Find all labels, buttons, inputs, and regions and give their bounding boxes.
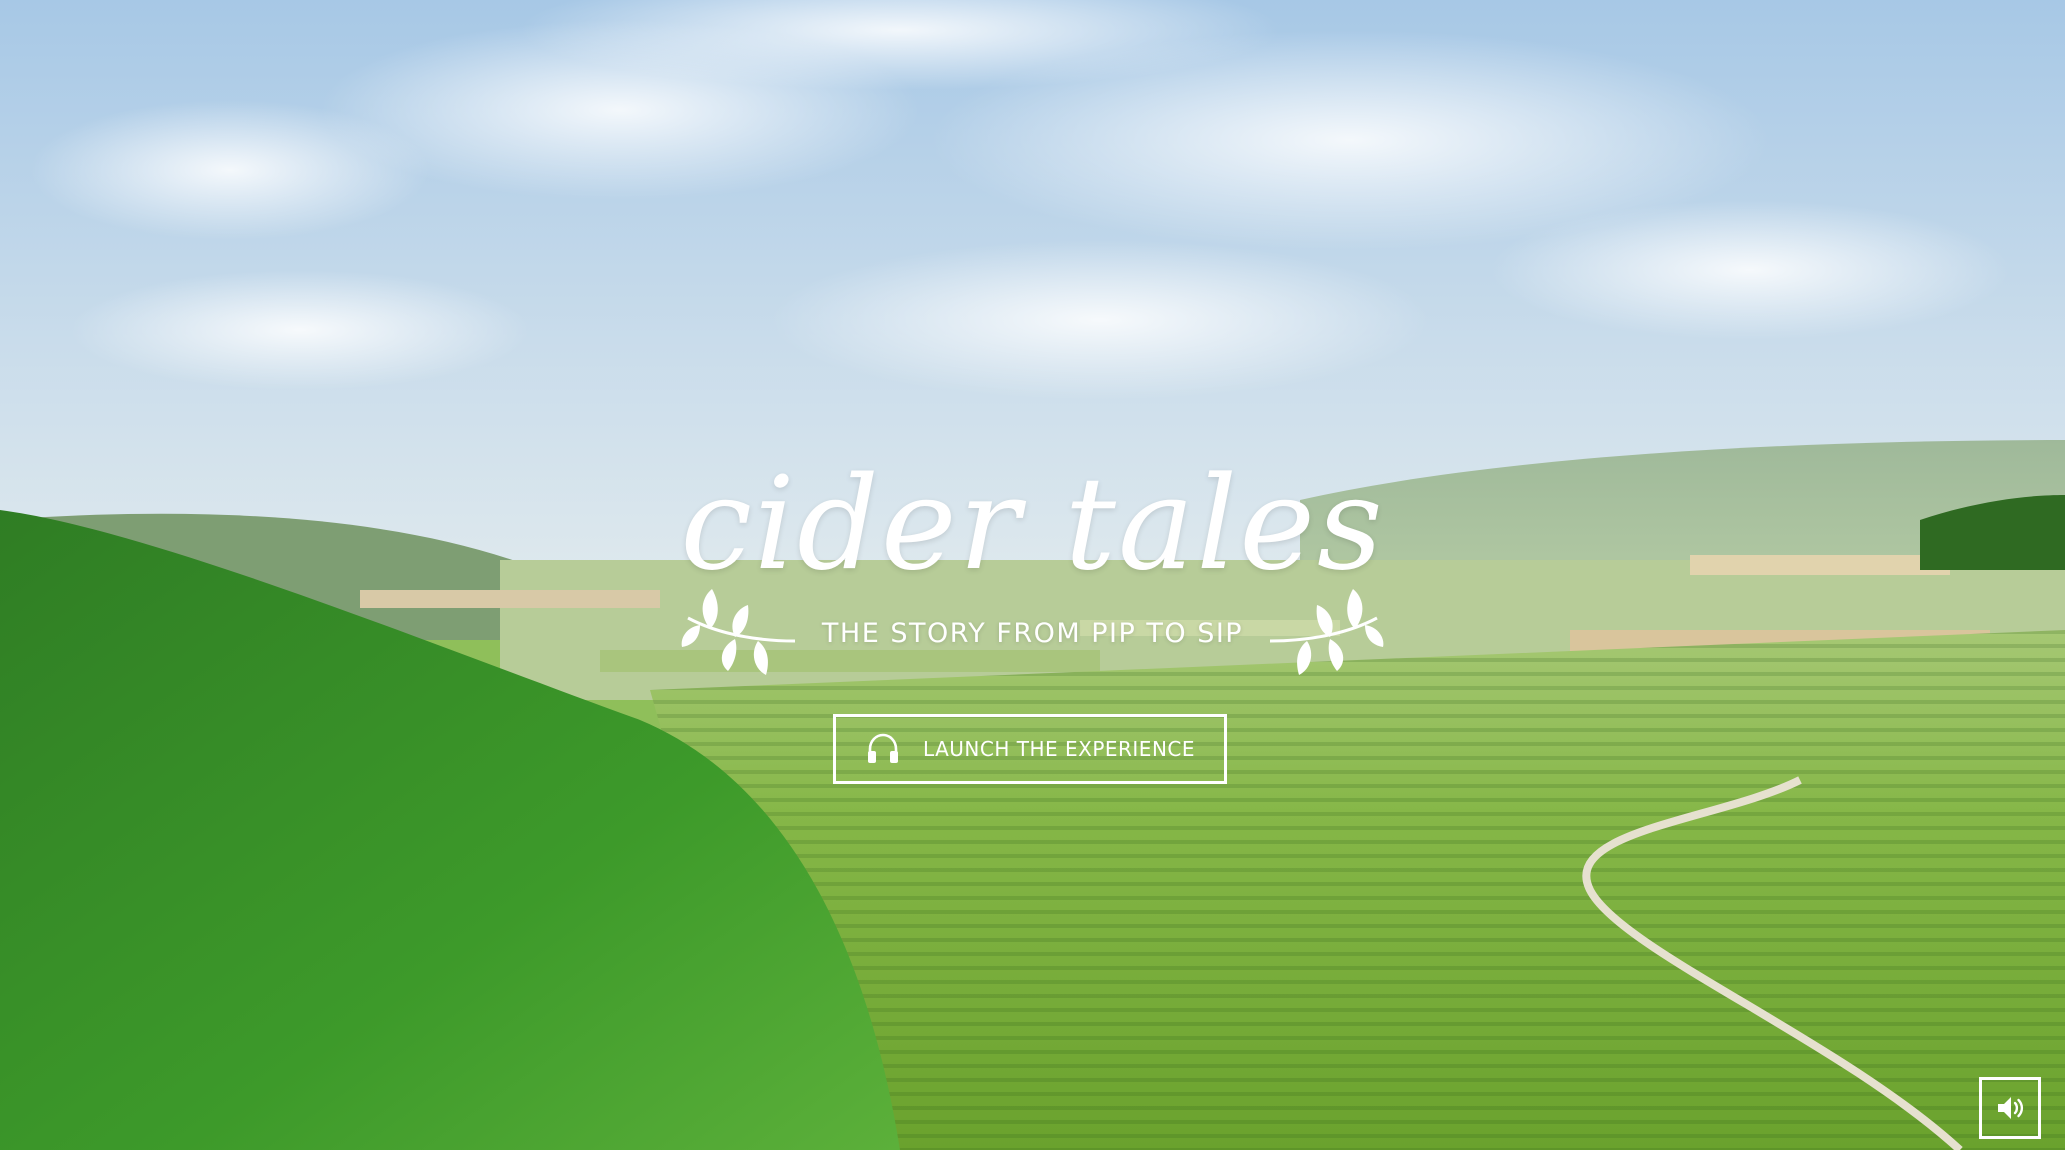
landing-stage: cider tales THE STORY FROM PIP TO SIP LA… [0,0,2065,1150]
launch-experience-button[interactable]: LAUNCH THE EXPERIENCE [833,714,1227,784]
speaker-volume-icon [1998,1097,2024,1119]
right-laurel-icon [1270,589,1384,675]
tagline: THE STORY FROM PIP TO SIP [821,617,1244,649]
left-laurel-icon [681,589,795,675]
headphones-icon [865,731,901,767]
launch-button-label: LAUNCH THE EXPERIENCE [922,737,1196,761]
sound-toggle-button[interactable] [1979,1077,2041,1139]
logo-title: cider tales [680,450,1385,599]
tagline-row: THE STORY FROM PIP TO SIP [0,583,2065,683]
